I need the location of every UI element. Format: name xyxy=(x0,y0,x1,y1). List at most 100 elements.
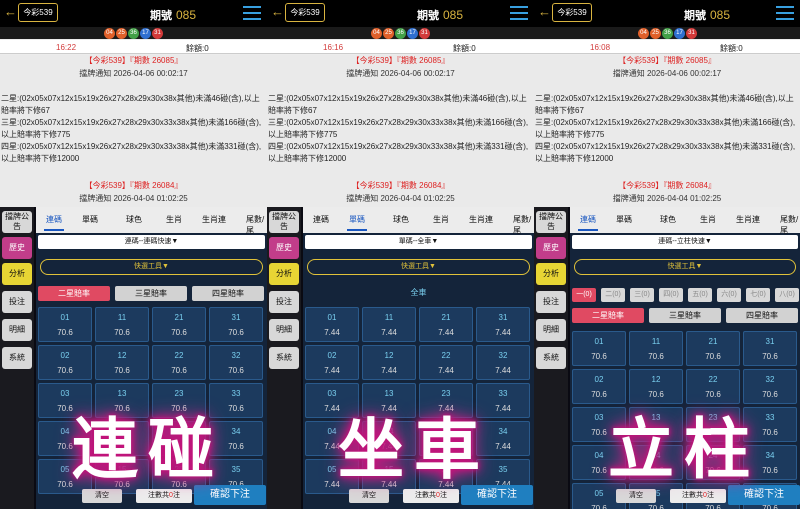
side-menu-item[interactable]: 投注 xyxy=(536,291,566,313)
side-menu-item[interactable]: 分析 xyxy=(269,263,299,285)
number-cell[interactable]: 12 70.6 xyxy=(629,369,683,404)
side-menu-item[interactable]: 分析 xyxy=(536,263,566,285)
play-select-dropdown[interactable]: 連碼--立柱快速▼ xyxy=(572,235,798,249)
number-cell[interactable]: 22 70.6 xyxy=(152,345,206,380)
bet-tab[interactable]: 生肖 xyxy=(166,214,182,225)
menu-icon[interactable] xyxy=(510,6,528,20)
side-menu-item[interactable]: 系統 xyxy=(2,347,32,369)
number-cell[interactable]: 21 70.6 xyxy=(152,307,206,342)
number-cell[interactable]: 22 7.44 xyxy=(419,345,473,380)
side-menu-item[interactable]: 系統 xyxy=(536,347,566,369)
notice-title: 【今彩539】『期數 26085』 xyxy=(84,56,183,65)
pillar-button[interactable]: 八(0) xyxy=(775,288,799,302)
draw-ball: 31 xyxy=(419,28,430,39)
bet-tab[interactable]: 尾數/尾 xyxy=(513,214,534,236)
rate-tab[interactable]: 四星賠率 xyxy=(726,308,798,323)
clear-button[interactable]: 清空 xyxy=(616,489,656,503)
side-menu-item[interactable]: 歷史 xyxy=(536,237,566,259)
number-label: 22 xyxy=(441,351,451,360)
bet-tab[interactable]: 生肖 xyxy=(433,214,449,225)
side-menu-item[interactable]: 明細 xyxy=(2,319,32,341)
number-cell[interactable]: 32 7.44 xyxy=(476,345,530,380)
number-cell[interactable]: 01 70.6 xyxy=(38,307,92,342)
side-menu-item[interactable]: 擋牌公告 xyxy=(269,211,299,233)
number-cell[interactable]: 21 7.44 xyxy=(419,307,473,342)
number-cell[interactable]: 31 70.6 xyxy=(209,307,263,342)
side-menu-item[interactable]: 明細 xyxy=(536,319,566,341)
bet-tab[interactable]: 球色 xyxy=(126,214,142,225)
number-label: 02 xyxy=(594,375,604,384)
side-menu-item[interactable]: 系統 xyxy=(269,347,299,369)
bet-tab[interactable]: 單碼 xyxy=(347,214,367,231)
number-label: 23 xyxy=(441,389,451,398)
side-menu-item[interactable]: 擋牌公告 xyxy=(536,211,566,233)
bet-tab[interactable]: 單碼 xyxy=(616,214,632,225)
bet-tab[interactable]: 連碼 xyxy=(313,214,329,225)
clear-button[interactable]: 清空 xyxy=(82,489,122,503)
clear-button[interactable]: 清空 xyxy=(349,489,389,503)
side-menu-item[interactable]: 擋牌公告 xyxy=(2,211,32,233)
rate-tab[interactable]: 三星賠率 xyxy=(649,308,721,323)
bet-tab[interactable]: 連碼 xyxy=(44,214,64,231)
back-arrow-icon[interactable]: ← xyxy=(4,4,17,19)
bet-tab[interactable]: 球色 xyxy=(660,214,676,225)
bet-tab[interactable]: 連碼 xyxy=(578,214,598,231)
pillar-button[interactable]: 一(0) xyxy=(572,288,596,302)
status-bar: 16:16 餘額:0 xyxy=(267,40,534,54)
quick-select-button[interactable]: 快選工具▼ xyxy=(307,259,530,275)
rate-tab[interactable]: 二星賠率 xyxy=(572,308,644,323)
number-cell[interactable]: 31 7.44 xyxy=(476,307,530,342)
pillar-button[interactable]: 五(0) xyxy=(688,288,712,302)
number-cell[interactable]: 11 70.6 xyxy=(629,331,683,366)
rate-tab[interactable]: 二星賠率 xyxy=(38,286,110,301)
pillar-button[interactable]: 二(0) xyxy=(601,288,625,302)
number-cell[interactable]: 12 70.6 xyxy=(95,345,149,380)
rate-tab[interactable]: 三星賠率 xyxy=(115,286,187,301)
pillar-button[interactable]: 六(0) xyxy=(717,288,741,302)
pillar-button[interactable]: 四(0) xyxy=(659,288,683,302)
quick-select-button[interactable]: 快選工具▼ xyxy=(574,259,796,275)
menu-icon[interactable] xyxy=(243,6,261,20)
back-arrow-icon[interactable]: ← xyxy=(538,4,551,19)
bet-tab[interactable]: 生肖連 xyxy=(469,214,493,225)
side-menu-item[interactable]: 歷史 xyxy=(269,237,299,259)
side-menu-item[interactable]: 分析 xyxy=(2,263,32,285)
menu-icon[interactable] xyxy=(776,6,794,20)
number-cell[interactable]: 12 7.44 xyxy=(362,345,416,380)
bet-tab[interactable]: 生肖連 xyxy=(202,214,226,225)
bet-tab[interactable]: 生肖連 xyxy=(736,214,760,225)
number-cell[interactable]: 11 7.44 xyxy=(362,307,416,342)
bet-tab[interactable]: 單碼 xyxy=(82,214,98,225)
number-cell[interactable]: 02 70.6 xyxy=(38,345,92,380)
number-cell[interactable]: 22 70.6 xyxy=(686,369,740,404)
number-cell[interactable]: 02 70.6 xyxy=(572,369,626,404)
side-menu-item[interactable]: 投注 xyxy=(269,291,299,313)
number-cell[interactable]: 31 70.6 xyxy=(743,331,797,366)
pillar-button[interactable]: 三(0) xyxy=(630,288,654,302)
side-menu-item[interactable]: 歷史 xyxy=(2,237,32,259)
lottery-select-button[interactable]: 今彩539 xyxy=(552,3,592,22)
rate-tab[interactable]: 四星賠率 xyxy=(192,286,264,301)
pillar-button[interactable]: 七(0) xyxy=(746,288,770,302)
bet-tab[interactable]: 尾數/尾 xyxy=(780,214,800,236)
bet-tab[interactable]: 生肖 xyxy=(700,214,716,225)
number-cell[interactable]: 01 7.44 xyxy=(305,307,359,342)
bet-tab[interactable]: 尾數/尾 xyxy=(246,214,267,236)
play-select-dropdown[interactable]: 單碼--全車▼ xyxy=(305,235,532,249)
number-cell[interactable]: 11 70.6 xyxy=(95,307,149,342)
header-bar: ← 今彩539 期號 085 xyxy=(534,0,800,27)
side-menu-item[interactable]: 投注 xyxy=(2,291,32,313)
back-arrow-icon[interactable]: ← xyxy=(271,4,284,19)
number-cell[interactable]: 21 70.6 xyxy=(686,331,740,366)
number-cell[interactable]: 01 70.6 xyxy=(572,331,626,366)
side-menu-item[interactable]: 明細 xyxy=(269,319,299,341)
number-cell[interactable]: 02 7.44 xyxy=(305,345,359,380)
lottery-select-button[interactable]: 今彩539 xyxy=(285,3,325,22)
play-select-dropdown[interactable]: 連碼--連碼快速▼ xyxy=(38,235,265,249)
quick-select-button[interactable]: 快選工具▼ xyxy=(40,259,263,275)
notice-line: 二星:(02x05x07x12x15x19x26x27x28x29x30x38x… xyxy=(1,94,260,115)
bet-tab[interactable]: 球色 xyxy=(393,214,409,225)
number-cell[interactable]: 32 70.6 xyxy=(743,369,797,404)
number-cell[interactable]: 32 70.6 xyxy=(209,345,263,380)
lottery-select-button[interactable]: 今彩539 xyxy=(18,3,58,22)
